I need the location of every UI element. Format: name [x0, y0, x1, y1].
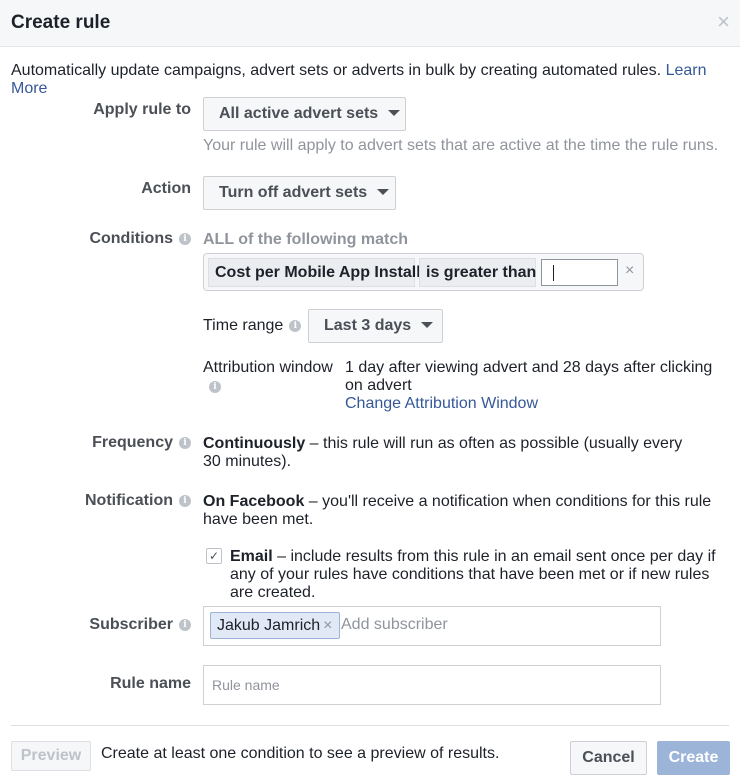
change-attribution-link[interactable]: Change Attribution Window [345, 395, 720, 413]
intro-description: Automatically update campaigns, advert s… [11, 62, 666, 79]
subscriber-token-label: Jakub Jamrich [217, 617, 321, 634]
frequency-label: Frequency i [40, 434, 191, 452]
notification-bold: On Facebook [203, 493, 305, 510]
frequency-value: Continuously – this rule will run as oft… [203, 435, 693, 471]
time-range-label-text: Time range [203, 317, 284, 334]
intro-text: Automatically update campaigns, advert s… [11, 62, 740, 98]
condition-row: Cost per Mobile App Install is greater t… [203, 253, 644, 291]
apply-rule-value: All active advert sets [219, 105, 379, 122]
conditions-label-text: Conditions [89, 230, 173, 247]
condition-metric[interactable]: Cost per Mobile App Install [208, 258, 421, 287]
time-range-label: Time range i [203, 317, 302, 335]
info-icon[interactable]: i [179, 618, 191, 631]
preview-button[interactable]: Preview [11, 741, 91, 771]
close-icon[interactable]: × [717, 11, 730, 33]
subscriber-label-text: Subscriber [89, 616, 173, 633]
time-range-dropdown[interactable]: Last 3 days [308, 309, 443, 343]
text-cursor [553, 265, 554, 281]
rule-name-input[interactable]: Rule name [203, 665, 661, 705]
footer-divider [11, 725, 729, 726]
create-button[interactable]: Create [657, 741, 730, 775]
condition-value-input[interactable] [541, 259, 618, 286]
action-value: Turn off advert sets [219, 184, 368, 201]
remove-subscriber-icon[interactable]: × [323, 617, 332, 634]
apply-rule-dropdown[interactable]: All active advert sets [203, 97, 406, 131]
email-description: – include results from this rule in an e… [230, 548, 716, 601]
attribution-label-text: Attribution window [203, 359, 333, 376]
rule-name-placeholder: Rule name [212, 677, 280, 693]
info-icon[interactable]: i [179, 436, 191, 449]
frequency-bold: Continuously [203, 435, 306, 452]
caret-down-icon [377, 188, 390, 195]
action-label: Action [141, 180, 191, 197]
subscriber-label: Subscriber i [40, 616, 191, 634]
subscriber-token: Jakub Jamrich × [210, 612, 340, 639]
info-icon[interactable]: i [179, 232, 191, 245]
caret-down-icon [388, 109, 401, 116]
info-icon[interactable]: i [289, 319, 302, 332]
apply-rule-helper: Your rule will apply to advert sets that… [203, 137, 719, 154]
notification-label: Notification i [40, 492, 191, 510]
email-checkbox[interactable]: ✓ [206, 548, 222, 564]
caret-down-icon [421, 321, 434, 328]
dialog-header: Create rule × [0, 0, 740, 47]
preview-message: Create at least one condition to see a p… [101, 745, 500, 762]
frequency-label-text: Frequency [92, 434, 173, 451]
attribution-text: 1 day after viewing advert and 28 days a… [345, 359, 713, 394]
attribution-value: 1 day after viewing advert and 28 days a… [345, 359, 720, 413]
info-icon[interactable]: i [209, 381, 221, 394]
conditions-label: Conditions i [40, 230, 191, 248]
dialog-title: Create rule [11, 12, 111, 33]
conditions-match-text: ALL of the following match [203, 231, 409, 248]
cancel-button[interactable]: Cancel [570, 741, 647, 775]
condition-operator[interactable]: is greater than [419, 258, 536, 287]
rule-name-label: Rule name [110, 675, 191, 692]
remove-condition-icon[interactable]: × [625, 262, 634, 280]
notification-label-text: Notification [85, 492, 173, 509]
email-option: Email – include results from this rule i… [230, 548, 730, 602]
info-icon[interactable]: i [179, 494, 191, 507]
subscriber-placeholder: Add subscriber [341, 616, 448, 633]
notification-value: On Facebook – you'll receive a notificat… [203, 493, 723, 529]
email-bold: Email [230, 548, 273, 565]
action-dropdown[interactable]: Turn off advert sets [203, 176, 396, 210]
apply-rule-label: Apply rule to [93, 101, 191, 118]
time-range-value: Last 3 days [324, 317, 412, 334]
subscriber-input[interactable]: Jakub Jamrich × Add subscriber [203, 606, 661, 646]
attribution-label: Attribution window i [203, 359, 333, 395]
